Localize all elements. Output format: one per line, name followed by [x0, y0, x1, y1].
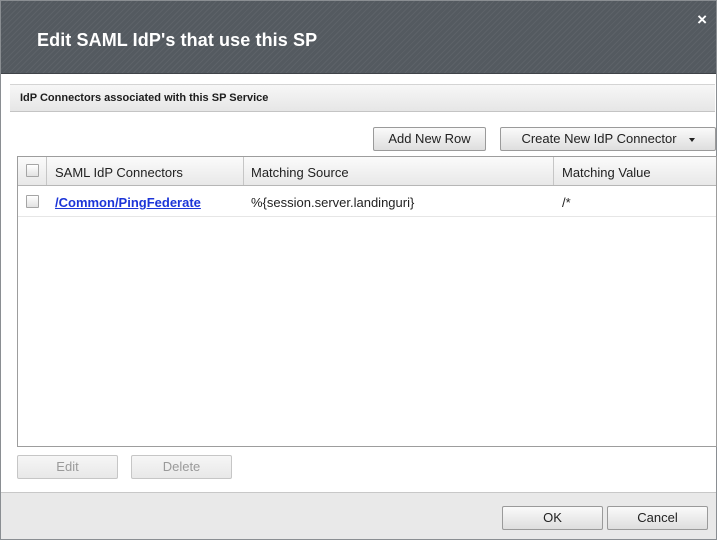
ok-button-label: OK: [543, 510, 562, 525]
edit-button-label: Edit: [56, 459, 79, 474]
edit-saml-idp-dialog: Edit SAML IdP's that use this SP × IdP C…: [0, 0, 717, 540]
table-row[interactable]: /Common/PingFederate %{session.server.la…: [18, 187, 716, 217]
add-new-row-label: Add New Row: [388, 131, 471, 146]
add-new-row-button[interactable]: Add New Row: [373, 127, 486, 151]
matching-source-cell: %{session.server.landinguri}: [251, 195, 415, 210]
column-header-matching-source-label: Matching Source: [251, 165, 349, 180]
table-header-row: SAML IdP Connectors Matching Source Matc…: [18, 157, 716, 186]
column-header-connectors[interactable]: SAML IdP Connectors: [47, 157, 244, 185]
column-header-matching-value[interactable]: Matching Value: [554, 157, 716, 185]
create-idp-connector-label: Create New IdP Connector: [521, 131, 677, 146]
cancel-button-label: Cancel: [637, 510, 678, 525]
dialog-title: Edit SAML IdP's that use this SP: [37, 30, 318, 50]
cancel-button[interactable]: Cancel: [607, 506, 708, 530]
section-header-label: IdP Connectors associated with this SP S…: [20, 92, 269, 104]
matching-value-cell: /*: [562, 195, 571, 210]
section-header: IdP Connectors associated with this SP S…: [10, 84, 715, 112]
idp-connectors-table: SAML IdP Connectors Matching Source Matc…: [17, 156, 717, 447]
create-idp-connector-button[interactable]: Create New IdP Connector: [500, 127, 716, 151]
dialog-footer: OK Cancel: [1, 492, 716, 539]
select-all-checkbox[interactable]: [26, 164, 39, 177]
column-header-matching-source[interactable]: Matching Source: [244, 157, 554, 185]
row-checkbox[interactable]: [26, 195, 39, 208]
column-header-matching-value-label: Matching Value: [562, 165, 651, 180]
ok-button[interactable]: OK: [502, 506, 603, 530]
delete-button-label: Delete: [162, 459, 201, 474]
dialog-titlebar: Edit SAML IdP's that use this SP ×: [1, 1, 716, 74]
column-header-connectors-label: SAML IdP Connectors: [55, 165, 183, 180]
close-icon[interactable]: ×: [697, 11, 707, 28]
connector-link[interactable]: /Common/PingFederate: [55, 195, 201, 210]
delete-button[interactable]: Delete: [131, 455, 232, 479]
edit-button[interactable]: Edit: [17, 455, 118, 479]
header-select-cell: [18, 157, 47, 185]
chevron-down-icon: [688, 137, 695, 142]
